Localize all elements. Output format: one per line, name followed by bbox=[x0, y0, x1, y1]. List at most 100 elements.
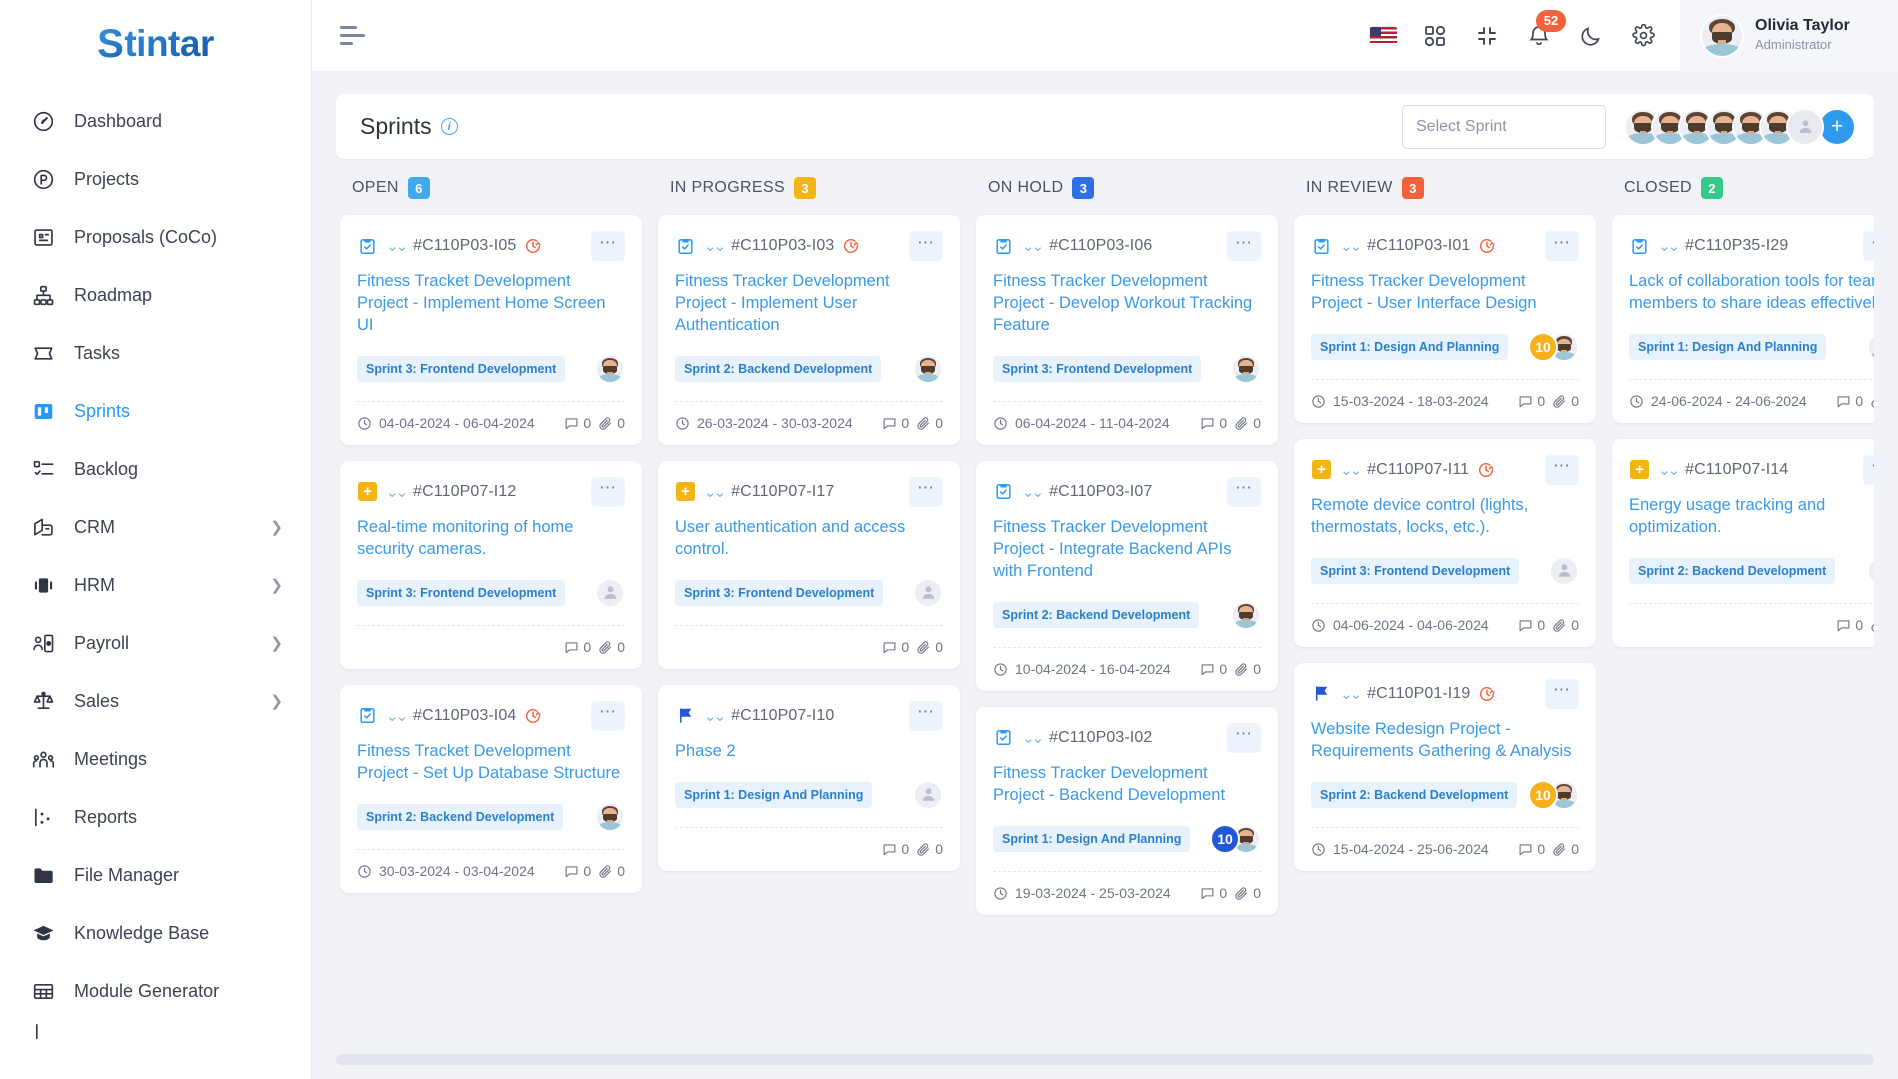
chevron-double-down-icon[interactable]: ⌄⌄ bbox=[704, 237, 726, 255]
card-title[interactable]: Remote device control (lights, thermosta… bbox=[1311, 495, 1579, 539]
sidebar-item-meetings[interactable]: Meetings bbox=[0, 730, 311, 788]
kanban-card[interactable]: ⌄⌄ #C110P03-I01 ⋯ Fitness Tracker Develo… bbox=[1294, 215, 1596, 423]
kanban-card[interactable]: ⌄⌄ #C110P01-I19 ⋯ Website Redesign Proje… bbox=[1294, 662, 1596, 871]
card-title[interactable]: Fitness Tracker Development Project - Im… bbox=[675, 271, 943, 337]
user-profile-chip[interactable]: Olivia Taylor Administrator bbox=[1680, 0, 1898, 72]
sidebar-item-dashboard[interactable]: Dashboard bbox=[0, 92, 311, 150]
card-more-options-button[interactable]: ⋯ bbox=[1545, 231, 1579, 261]
chevron-double-down-icon[interactable]: ⌄⌄ bbox=[1022, 237, 1044, 255]
hamburger-icon[interactable] bbox=[340, 26, 374, 45]
card-title[interactable]: Fitness Tracker Development Project - De… bbox=[993, 271, 1261, 337]
sidebar-item-projects[interactable]: Projects bbox=[0, 150, 311, 208]
card-title[interactable]: Fitness Tracket Development Project - Im… bbox=[357, 271, 625, 337]
card-more-options-button[interactable]: ⋯ bbox=[591, 700, 625, 731]
sidebar-item-backlog[interactable]: Backlog bbox=[0, 440, 311, 498]
chevron-double-down-icon[interactable]: ⌄⌄ bbox=[1022, 483, 1044, 501]
card-assignee-placeholder[interactable] bbox=[1549, 555, 1579, 586]
chevron-double-down-icon[interactable]: ⌄⌄ bbox=[704, 483, 726, 501]
chevron-double-down-icon[interactable]: ⌄⌄ bbox=[1022, 729, 1044, 747]
sidebar-item-tasks[interactable]: Tasks bbox=[0, 324, 311, 382]
card-title[interactable]: Fitness Tracker Development Project - In… bbox=[993, 517, 1261, 583]
team-avatar-placeholder[interactable] bbox=[1786, 107, 1824, 146]
kanban-card[interactable]: ⌄⌄ #C110P03-I05 ⋯ Fitness Tracket Develo… bbox=[340, 215, 642, 445]
kanban-card[interactable]: ⌄⌄ #C110P03-I04 ⋯ Fitness Tracket Develo… bbox=[340, 684, 642, 893]
kanban-card[interactable]: ⌄⌄ #C110P03-I03 ⋯ Fitness Tracker Develo… bbox=[658, 215, 960, 445]
card-title[interactable]: Energy usage tracking and optimization. bbox=[1629, 495, 1874, 539]
chevron-double-down-icon[interactable]: ⌄⌄ bbox=[386, 707, 408, 725]
moon-icon[interactable] bbox=[1576, 21, 1606, 51]
sidebar-item-reports[interactable]: Reports bbox=[0, 788, 311, 846]
card-more-options-button[interactable]: ⋯ bbox=[1227, 476, 1261, 507]
card-assignee-avatar[interactable] bbox=[913, 353, 943, 384]
kanban-card[interactable]: ⌄⌄ #C110P07-I10 ⋯ Phase 2 Sprint 1: Desi… bbox=[658, 684, 960, 871]
us-flag-icon[interactable] bbox=[1368, 21, 1398, 51]
card-more-options-button[interactable]: ⋯ bbox=[591, 476, 625, 507]
card-more-options-button[interactable]: ⋯ bbox=[1863, 454, 1874, 485]
card-more-options-button[interactable]: ⋯ bbox=[1863, 231, 1874, 261]
kanban-card[interactable]: ⌄⌄ #C110P35-I29 ⋯ Lack of collaboration … bbox=[1612, 215, 1874, 423]
card-assignee-placeholder[interactable] bbox=[595, 577, 625, 608]
card-assignee-placeholder[interactable] bbox=[1867, 555, 1874, 586]
sidebar-item-payroll[interactable]: Payroll ❯ bbox=[0, 614, 311, 672]
card-title[interactable]: Website Redesign Project - Requirements … bbox=[1311, 719, 1579, 763]
card-title[interactable]: User authentication and access control. bbox=[675, 517, 943, 561]
card-more-options-button[interactable]: ⋯ bbox=[909, 231, 943, 261]
card-date-range: 24-06-2024 - 24-06-2024 bbox=[1629, 393, 1807, 409]
card-assignee-avatar[interactable] bbox=[1231, 599, 1261, 630]
horizontal-scrollbar[interactable] bbox=[336, 1054, 1874, 1065]
sidebar-item-roadmap[interactable]: Roadmap bbox=[0, 266, 311, 324]
kanban-card[interactable]: + ⌄⌄ #C110P07-I14 ⋯ Energy usage trackin… bbox=[1612, 438, 1874, 647]
sidebar-item-partial[interactable] bbox=[0, 1020, 311, 1044]
apps-grid-icon[interactable] bbox=[1420, 21, 1450, 51]
card-header: + ⌄⌄ #C110P07-I14 ⋯ bbox=[1629, 454, 1874, 485]
chevron-double-down-icon[interactable]: ⌄⌄ bbox=[704, 707, 726, 725]
kanban-card[interactable]: ⌄⌄ #C110P03-I02 ⋯ Fitness Tracker Develo… bbox=[976, 706, 1278, 915]
card-more-options-button[interactable]: ⋯ bbox=[1545, 678, 1579, 709]
chevron-double-down-icon[interactable]: ⌄⌄ bbox=[1658, 461, 1680, 479]
sidebar-item-hrm[interactable]: HRM ❯ bbox=[0, 556, 311, 614]
card-title[interactable]: Phase 2 bbox=[675, 741, 943, 763]
card-more-options-button[interactable]: ⋯ bbox=[1545, 454, 1579, 485]
sidebar-item-sales[interactable]: Sales ❯ bbox=[0, 672, 311, 730]
kanban-card[interactable]: + ⌄⌄ #C110P07-I17 ⋯ User authentication … bbox=[658, 460, 960, 669]
chevron-double-down-icon[interactable]: ⌄⌄ bbox=[386, 237, 408, 255]
card-more-options-button[interactable]: ⋯ bbox=[909, 476, 943, 507]
card-title[interactable]: Fitness Tracket Development Project - Se… bbox=[357, 741, 625, 785]
kanban-card[interactable]: ⌄⌄ #C110P03-I06 ⋯ Fitness Tracker Develo… bbox=[976, 215, 1278, 445]
sidebar-item-crm[interactable]: CRM ❯ bbox=[0, 498, 311, 556]
sidebar-item-module-generator[interactable]: Module Generator bbox=[0, 962, 311, 1020]
card-assignee-placeholder[interactable] bbox=[913, 779, 943, 810]
card-more-options-button[interactable]: ⋯ bbox=[1227, 722, 1261, 753]
collapse-screen-icon[interactable] bbox=[1472, 21, 1502, 51]
kanban-card[interactable]: + ⌄⌄ #C110P07-I11 ⋯ Remote device contro… bbox=[1294, 438, 1596, 647]
card-title[interactable]: Fitness Tracker Development Project - Us… bbox=[1311, 271, 1579, 315]
kanban-card[interactable]: + ⌄⌄ #C110P07-I12 ⋯ Real-time monitoring… bbox=[340, 460, 642, 669]
chevron-double-down-icon[interactable]: ⌄⌄ bbox=[386, 483, 408, 501]
card-more-options-button[interactable]: ⋯ bbox=[1227, 231, 1261, 261]
sidebar-item-proposals-coco[interactable]: Proposals (CoCo) bbox=[0, 208, 311, 266]
brand-logo[interactable]: Stintar bbox=[0, 0, 311, 88]
card-assignee-avatar[interactable] bbox=[1231, 353, 1261, 384]
card-assignee-avatar[interactable] bbox=[595, 801, 625, 832]
card-assignee-placeholder[interactable] bbox=[913, 577, 943, 608]
card-more-options-button[interactable]: ⋯ bbox=[909, 700, 943, 731]
sidebar-item-sprints[interactable]: Sprints bbox=[0, 382, 311, 440]
chevron-double-down-icon[interactable]: ⌄⌄ bbox=[1658, 237, 1680, 255]
select-sprint-dropdown[interactable]: Select Sprint bbox=[1402, 104, 1606, 149]
card-attachment-count: 0 bbox=[935, 841, 943, 858]
chevron-double-down-icon[interactable]: ⌄⌄ bbox=[1340, 685, 1362, 703]
card-more-options-button[interactable]: ⋯ bbox=[591, 231, 625, 261]
gear-icon[interactable] bbox=[1628, 21, 1658, 51]
card-title[interactable]: Fitness Tracker Development Project - Ba… bbox=[993, 763, 1261, 807]
sidebar-item-file-manager[interactable]: File Manager bbox=[0, 846, 311, 904]
chevron-double-down-icon[interactable]: ⌄⌄ bbox=[1340, 237, 1362, 255]
chevron-double-down-icon[interactable]: ⌄⌄ bbox=[1340, 461, 1362, 479]
sidebar-item-knowledge-base[interactable]: Knowledge Base bbox=[0, 904, 311, 962]
card-title[interactable]: Real-time monitoring of home security ca… bbox=[357, 517, 625, 561]
card-assignee-avatar[interactable] bbox=[1867, 331, 1874, 362]
notifications-bell-icon[interactable]: 52 bbox=[1524, 9, 1566, 51]
kanban-card[interactable]: ⌄⌄ #C110P03-I07 ⋯ Fitness Tracker Develo… bbox=[976, 460, 1278, 691]
info-icon[interactable]: i bbox=[440, 118, 458, 135]
card-assignee-avatar[interactable] bbox=[595, 353, 625, 384]
card-title[interactable]: Lack of collaboration tools for team mem… bbox=[1629, 271, 1874, 315]
